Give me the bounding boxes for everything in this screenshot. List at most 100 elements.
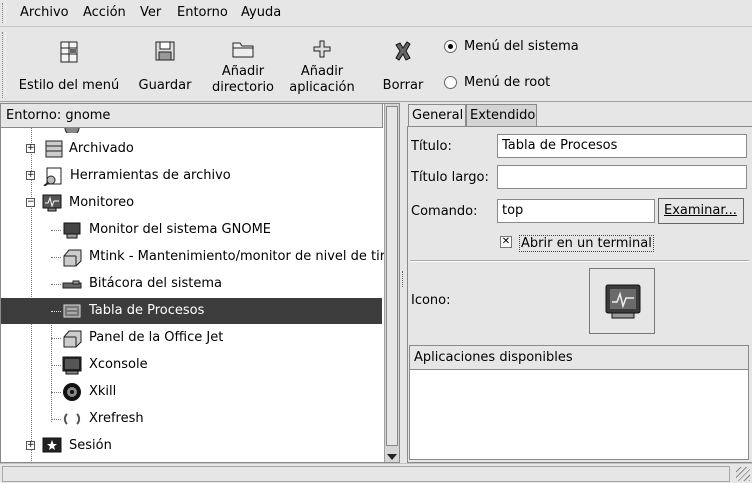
log-icon xyxy=(61,274,83,294)
tree-item-sesion[interactable]: + Sesión xyxy=(1,433,382,459)
tree-item-label: Mtink - Mantenimiento/monitor de nivel d… xyxy=(89,249,386,264)
partial-top-icon xyxy=(63,128,81,133)
radio-selected-indicator xyxy=(444,40,457,53)
pane-splitter[interactable] xyxy=(400,103,407,463)
menu-entorno[interactable]: Entorno xyxy=(177,5,228,20)
xkill-icon xyxy=(61,382,83,402)
menubar-grip[interactable] xyxy=(2,3,6,23)
examinar-label: Examinar... xyxy=(664,203,737,218)
system-menu-radio-label: Menú del sistema xyxy=(464,39,579,54)
toolbar: Estilo del menú Guardar Añadir directori… xyxy=(0,28,752,102)
folder-icon xyxy=(230,38,256,64)
tree-item-label: Panel de la Office Jet xyxy=(89,330,224,345)
printer-icon xyxy=(61,328,83,348)
tree-item-label: Xconsole xyxy=(89,357,148,372)
file-tools-icon xyxy=(43,166,65,187)
add-icon xyxy=(309,38,335,64)
toolbar-grip[interactable] xyxy=(2,32,6,98)
statusbar xyxy=(0,463,752,483)
menubar: Archivo Acción Ver Entorno Ayuda xyxy=(0,0,752,27)
comando-label: Comando: xyxy=(411,204,478,219)
menu-style-icon xyxy=(56,38,82,64)
tree-item-officejet[interactable]: Panel de la Office Jet xyxy=(1,325,382,351)
tree-scrollbar[interactable] xyxy=(384,104,399,462)
menu-tree: Entorno: gnome + Archivado + Herramienta… xyxy=(0,103,400,463)
menu-style-button[interactable]: Estilo del menú xyxy=(14,34,124,98)
floppy-disk-icon xyxy=(152,38,178,64)
tree-item-label: Archivado xyxy=(69,141,134,156)
add-directory-label-1: Añadir xyxy=(221,64,265,79)
titulo-label: Título: xyxy=(411,139,452,154)
icon-picker-button[interactable] xyxy=(589,268,655,334)
tree-item-xrefresh[interactable]: Xrefresh xyxy=(1,406,382,432)
available-applications-header[interactable]: Aplicaciones disponibles xyxy=(410,346,748,370)
delete-icon xyxy=(390,38,416,64)
tree-item-gnome-monitor[interactable]: Monitor del sistema GNOME xyxy=(1,217,382,243)
status-field xyxy=(2,466,730,482)
splitter-grip xyxy=(402,271,405,287)
add-application-button[interactable]: Añadir aplicación xyxy=(284,34,360,98)
tree-scrollbar-thumb[interactable] xyxy=(386,106,398,446)
menu-archivo[interactable]: Archivo xyxy=(20,5,69,20)
open-in-terminal-label[interactable]: Abrir en un terminal xyxy=(519,235,654,252)
printer-icon xyxy=(61,247,83,267)
tree-item-label: Xrefresh xyxy=(89,411,144,426)
collapse-icon[interactable]: − xyxy=(26,198,35,207)
titulo-field[interactable]: Tabla de Procesos xyxy=(497,134,747,158)
delete-button[interactable]: Borrar xyxy=(376,34,430,98)
menu-ver[interactable]: Ver xyxy=(140,5,161,20)
examinar-button[interactable]: Examinar... xyxy=(658,198,744,224)
system-monitor-icon xyxy=(61,220,83,240)
console-icon xyxy=(61,355,83,375)
refresh-icon xyxy=(61,409,83,429)
system-menu-radio[interactable]: Menú del sistema xyxy=(444,39,579,54)
tree-item-archivado[interactable]: + Archivado xyxy=(1,136,382,162)
menu-ayuda[interactable]: Ayuda xyxy=(241,5,281,20)
process-table-icon xyxy=(605,284,641,319)
icono-label: Icono: xyxy=(411,293,451,308)
process-table-icon xyxy=(61,301,83,321)
tree-item-xconsole[interactable]: Xconsole xyxy=(1,352,382,378)
add-directory-button[interactable]: Añadir directorio xyxy=(207,34,279,98)
tree-item-tabla-procesos[interactable]: Tabla de Procesos xyxy=(1,298,382,324)
root-menu-radio-label: Menú de root xyxy=(464,75,551,90)
expand-icon[interactable]: + xyxy=(26,144,35,153)
comando-field[interactable]: top xyxy=(497,199,655,223)
monitor-icon xyxy=(41,193,63,213)
session-icon xyxy=(41,436,63,456)
titulo-largo-field[interactable] xyxy=(497,165,747,189)
tree-item-label: Bitácora del sistema xyxy=(89,276,223,291)
expand-icon[interactable]: + xyxy=(26,171,35,180)
tree-item-label: Monitoreo xyxy=(69,195,135,210)
save-button[interactable]: Guardar xyxy=(133,34,197,98)
tree-item-monitoreo[interactable]: − Monitoreo xyxy=(1,190,382,216)
tree-item-bitacora[interactable]: Bitácora del sistema xyxy=(1,271,382,297)
add-application-label-1: Añadir xyxy=(300,64,344,79)
save-label: Guardar xyxy=(138,78,192,93)
tree-item-mtink[interactable]: Mtink - Mantenimiento/monitor de nivel d… xyxy=(1,244,386,270)
root-menu-radio[interactable]: Menú de root xyxy=(444,75,550,90)
tree-column-header[interactable]: Entorno: gnome xyxy=(1,104,383,128)
tab-extendido[interactable]: Extendido xyxy=(466,104,537,126)
tree-item-xkill[interactable]: Xkill xyxy=(1,379,382,405)
open-in-terminal-checkbox[interactable]: ✕ xyxy=(500,236,512,248)
separator xyxy=(410,260,749,262)
tree-item-label: Monitor del sistema GNOME xyxy=(89,222,272,237)
tree-item-label: Herramientas de archivo xyxy=(70,168,231,183)
tab-general[interactable]: General xyxy=(408,104,466,127)
menu-style-label: Estilo del menú xyxy=(18,78,120,93)
menu-accion[interactable]: Acción xyxy=(83,5,126,20)
add-directory-label-2: directorio xyxy=(211,80,275,95)
archive-icon xyxy=(43,139,65,159)
resize-grip-icon[interactable] xyxy=(736,467,750,481)
tree-item-herramientas[interactable]: + Herramientas de archivo xyxy=(1,163,382,189)
available-applications-list[interactable]: Aplicaciones disponibles xyxy=(409,345,749,460)
titulo-largo-label: Título largo: xyxy=(411,170,489,185)
tree-item-label: Sesión xyxy=(69,438,112,453)
tree-item-label: Xkill xyxy=(89,384,117,399)
scroll-down-arrow-icon[interactable] xyxy=(387,454,397,460)
tree-item-label: Tabla de Procesos xyxy=(89,303,205,318)
add-application-label-2: aplicación xyxy=(289,80,355,95)
expand-icon[interactable]: + xyxy=(26,441,35,450)
delete-label: Borrar xyxy=(382,78,424,93)
